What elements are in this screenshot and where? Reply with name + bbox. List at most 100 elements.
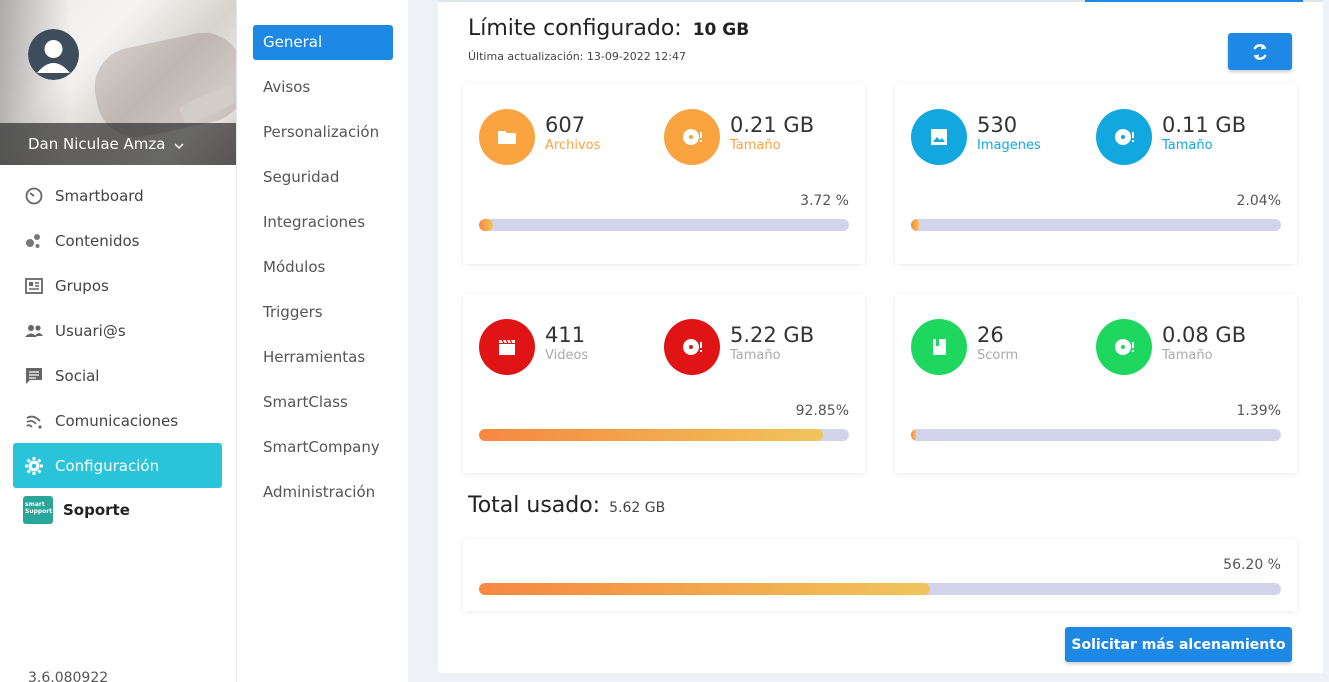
- count-stat: 26 Scorm: [911, 319, 1018, 375]
- total-percent: 56.20 %: [1223, 557, 1281, 573]
- count-label: Imagenes: [977, 138, 1041, 153]
- user-name: Dan Niculae Amza: [28, 135, 166, 153]
- subnav-item-modulos[interactable]: Módulos: [253, 250, 393, 285]
- clapperboard-icon: [479, 319, 535, 375]
- subnav-item-avisos[interactable]: Avisos: [253, 70, 393, 105]
- menu-label: Social: [55, 366, 100, 385]
- size-value: 0.08 GB: [1162, 323, 1247, 347]
- profile-header: Dan Niculae Amza: [0, 0, 236, 165]
- subnav-item-triggers[interactable]: Triggers: [253, 295, 393, 330]
- disc-icon: [1096, 319, 1152, 375]
- avatar[interactable]: [28, 29, 79, 80]
- count-stat: 607 Archivos: [479, 109, 600, 165]
- disc-icon: [1096, 109, 1152, 165]
- size-value: 5.22 GB: [730, 323, 815, 347]
- size-label: Tamaño: [1162, 348, 1213, 363]
- usage-bar-fill: [479, 429, 823, 441]
- menu-label: Comunicaciones: [55, 411, 179, 430]
- menu-item-soporte[interactable]: smart Support Soporte: [13, 488, 222, 532]
- storage-card-videos: 411 Videos 5.22 GB Tamaño 92.85%: [463, 294, 865, 473]
- subnav-item-personalizacion[interactable]: Personalización: [253, 115, 393, 150]
- book-icon: [911, 319, 967, 375]
- subnav-item-smartcompany[interactable]: SmartCompany: [253, 430, 393, 465]
- subnav-item-general[interactable]: General: [253, 25, 393, 60]
- count-label: Scorm: [977, 348, 1019, 363]
- limit-value: 10 GB: [692, 20, 750, 40]
- usage-percent: 3.72 %: [800, 193, 849, 209]
- count-stat: 411 Videos: [479, 319, 588, 375]
- subnav-item-administracion[interactable]: Administración: [253, 475, 393, 510]
- count-value: 26: [977, 323, 1004, 347]
- count-value: 530: [977, 113, 1018, 137]
- chevron-down-icon: [173, 138, 185, 150]
- size-value: 0.11 GB: [1162, 113, 1247, 137]
- usage-bar-fill: [479, 219, 493, 231]
- menu-item-comunicaciones[interactable]: Comunicaciones: [13, 398, 222, 443]
- menu-item-contenidos[interactable]: Contenidos: [13, 218, 222, 263]
- gauge-icon: [23, 185, 45, 207]
- total-label: Total usado:: [468, 493, 601, 518]
- disc-icon: [664, 109, 720, 165]
- size-stat: 0.08 GB Tamaño: [1096, 319, 1246, 375]
- menu-item-smartboard[interactable]: Smartboard: [13, 173, 222, 218]
- subnav-item-smartclass[interactable]: SmartClass: [253, 385, 393, 420]
- total-usage-card: 56.20 %: [463, 539, 1297, 611]
- signal-icon: [23, 410, 45, 432]
- count-value: 411: [545, 323, 586, 347]
- total-usage-bar: [479, 583, 1281, 595]
- limit-label: Límite configurado:: [468, 16, 682, 41]
- usage-bar-fill: [911, 219, 919, 231]
- sidebar: Dan Niculae Amza Smartboard Contenidos G…: [0, 0, 237, 682]
- count-stat: 530 Imagenes: [911, 109, 1041, 165]
- subnav-item-integraciones[interactable]: Integraciones: [253, 205, 393, 240]
- menu-item-configuracion[interactable]: Configuración: [13, 443, 222, 488]
- menu-label: Usuari@s: [55, 321, 126, 340]
- usage-percent: 92.85%: [795, 403, 849, 419]
- usage-percent: 2.04%: [1236, 193, 1281, 209]
- request-storage-button[interactable]: Solicitar más alcenamiento: [1065, 627, 1292, 662]
- size-value: 0.21 GB: [730, 113, 815, 137]
- disc-icon: [664, 319, 720, 375]
- usage-bar-fill: [911, 429, 917, 441]
- menu-label: Grupos: [55, 276, 109, 295]
- app-version: 3.6.080922: [28, 670, 109, 682]
- people-icon: [23, 320, 45, 342]
- total-value: 5.62 GB: [609, 500, 666, 516]
- usage-bar: [479, 219, 849, 231]
- user-menu-toggle[interactable]: Dan Niculae Amza: [0, 123, 236, 165]
- size-stat: 0.11 GB Tamaño: [1096, 109, 1246, 165]
- refresh-icon: [1253, 43, 1267, 60]
- menu-label: Configuración: [55, 456, 160, 475]
- smart-support-logo: smart Support: [23, 496, 53, 524]
- menu-label: Smartboard: [55, 186, 144, 205]
- tab-indicator: [438, 0, 1323, 2]
- menu-item-social[interactable]: Social: [13, 353, 222, 398]
- subnav-item-herramientas[interactable]: Herramientas: [253, 340, 393, 375]
- refresh-button[interactable]: [1228, 33, 1292, 70]
- image-icon: [911, 109, 967, 165]
- total-heading: Total usado: 5.62 GB: [468, 493, 665, 518]
- chat-icon: [23, 365, 45, 387]
- count-label: Archivos: [545, 138, 601, 153]
- size-stat: 5.22 GB Tamaño: [664, 319, 814, 375]
- count-value: 607: [545, 113, 586, 137]
- size-stat: 0.21 GB Tamaño: [664, 109, 814, 165]
- folder-icon: [479, 109, 535, 165]
- usage-bar: [479, 429, 849, 441]
- newspaper-icon: [23, 275, 45, 297]
- size-label: Tamaño: [1162, 138, 1213, 153]
- menu-label: Contenidos: [55, 231, 140, 250]
- storage-card-archivos: 607 Archivos 0.21 GB Tamaño 3.72 %: [463, 84, 865, 264]
- usage-bar: [911, 429, 1281, 441]
- storage-card-imagenes: 530 Imagenes 0.11 GB Tamaño 2.04%: [895, 84, 1297, 264]
- main-menu: Smartboard Contenidos Grupos Usuari@s So…: [13, 173, 222, 532]
- usage-percent: 1.39%: [1236, 403, 1281, 419]
- subnav-item-seguridad[interactable]: Seguridad: [253, 160, 393, 195]
- menu-item-usuarios[interactable]: Usuari@s: [13, 308, 222, 353]
- limit-heading: Límite configurado: 10 GB: [468, 16, 749, 41]
- total-usage-bar-fill: [479, 583, 930, 595]
- size-label: Tamaño: [730, 138, 781, 153]
- bubbles-icon: [23, 230, 45, 252]
- size-label: Tamaño: [730, 348, 781, 363]
- menu-item-grupos[interactable]: Grupos: [13, 263, 222, 308]
